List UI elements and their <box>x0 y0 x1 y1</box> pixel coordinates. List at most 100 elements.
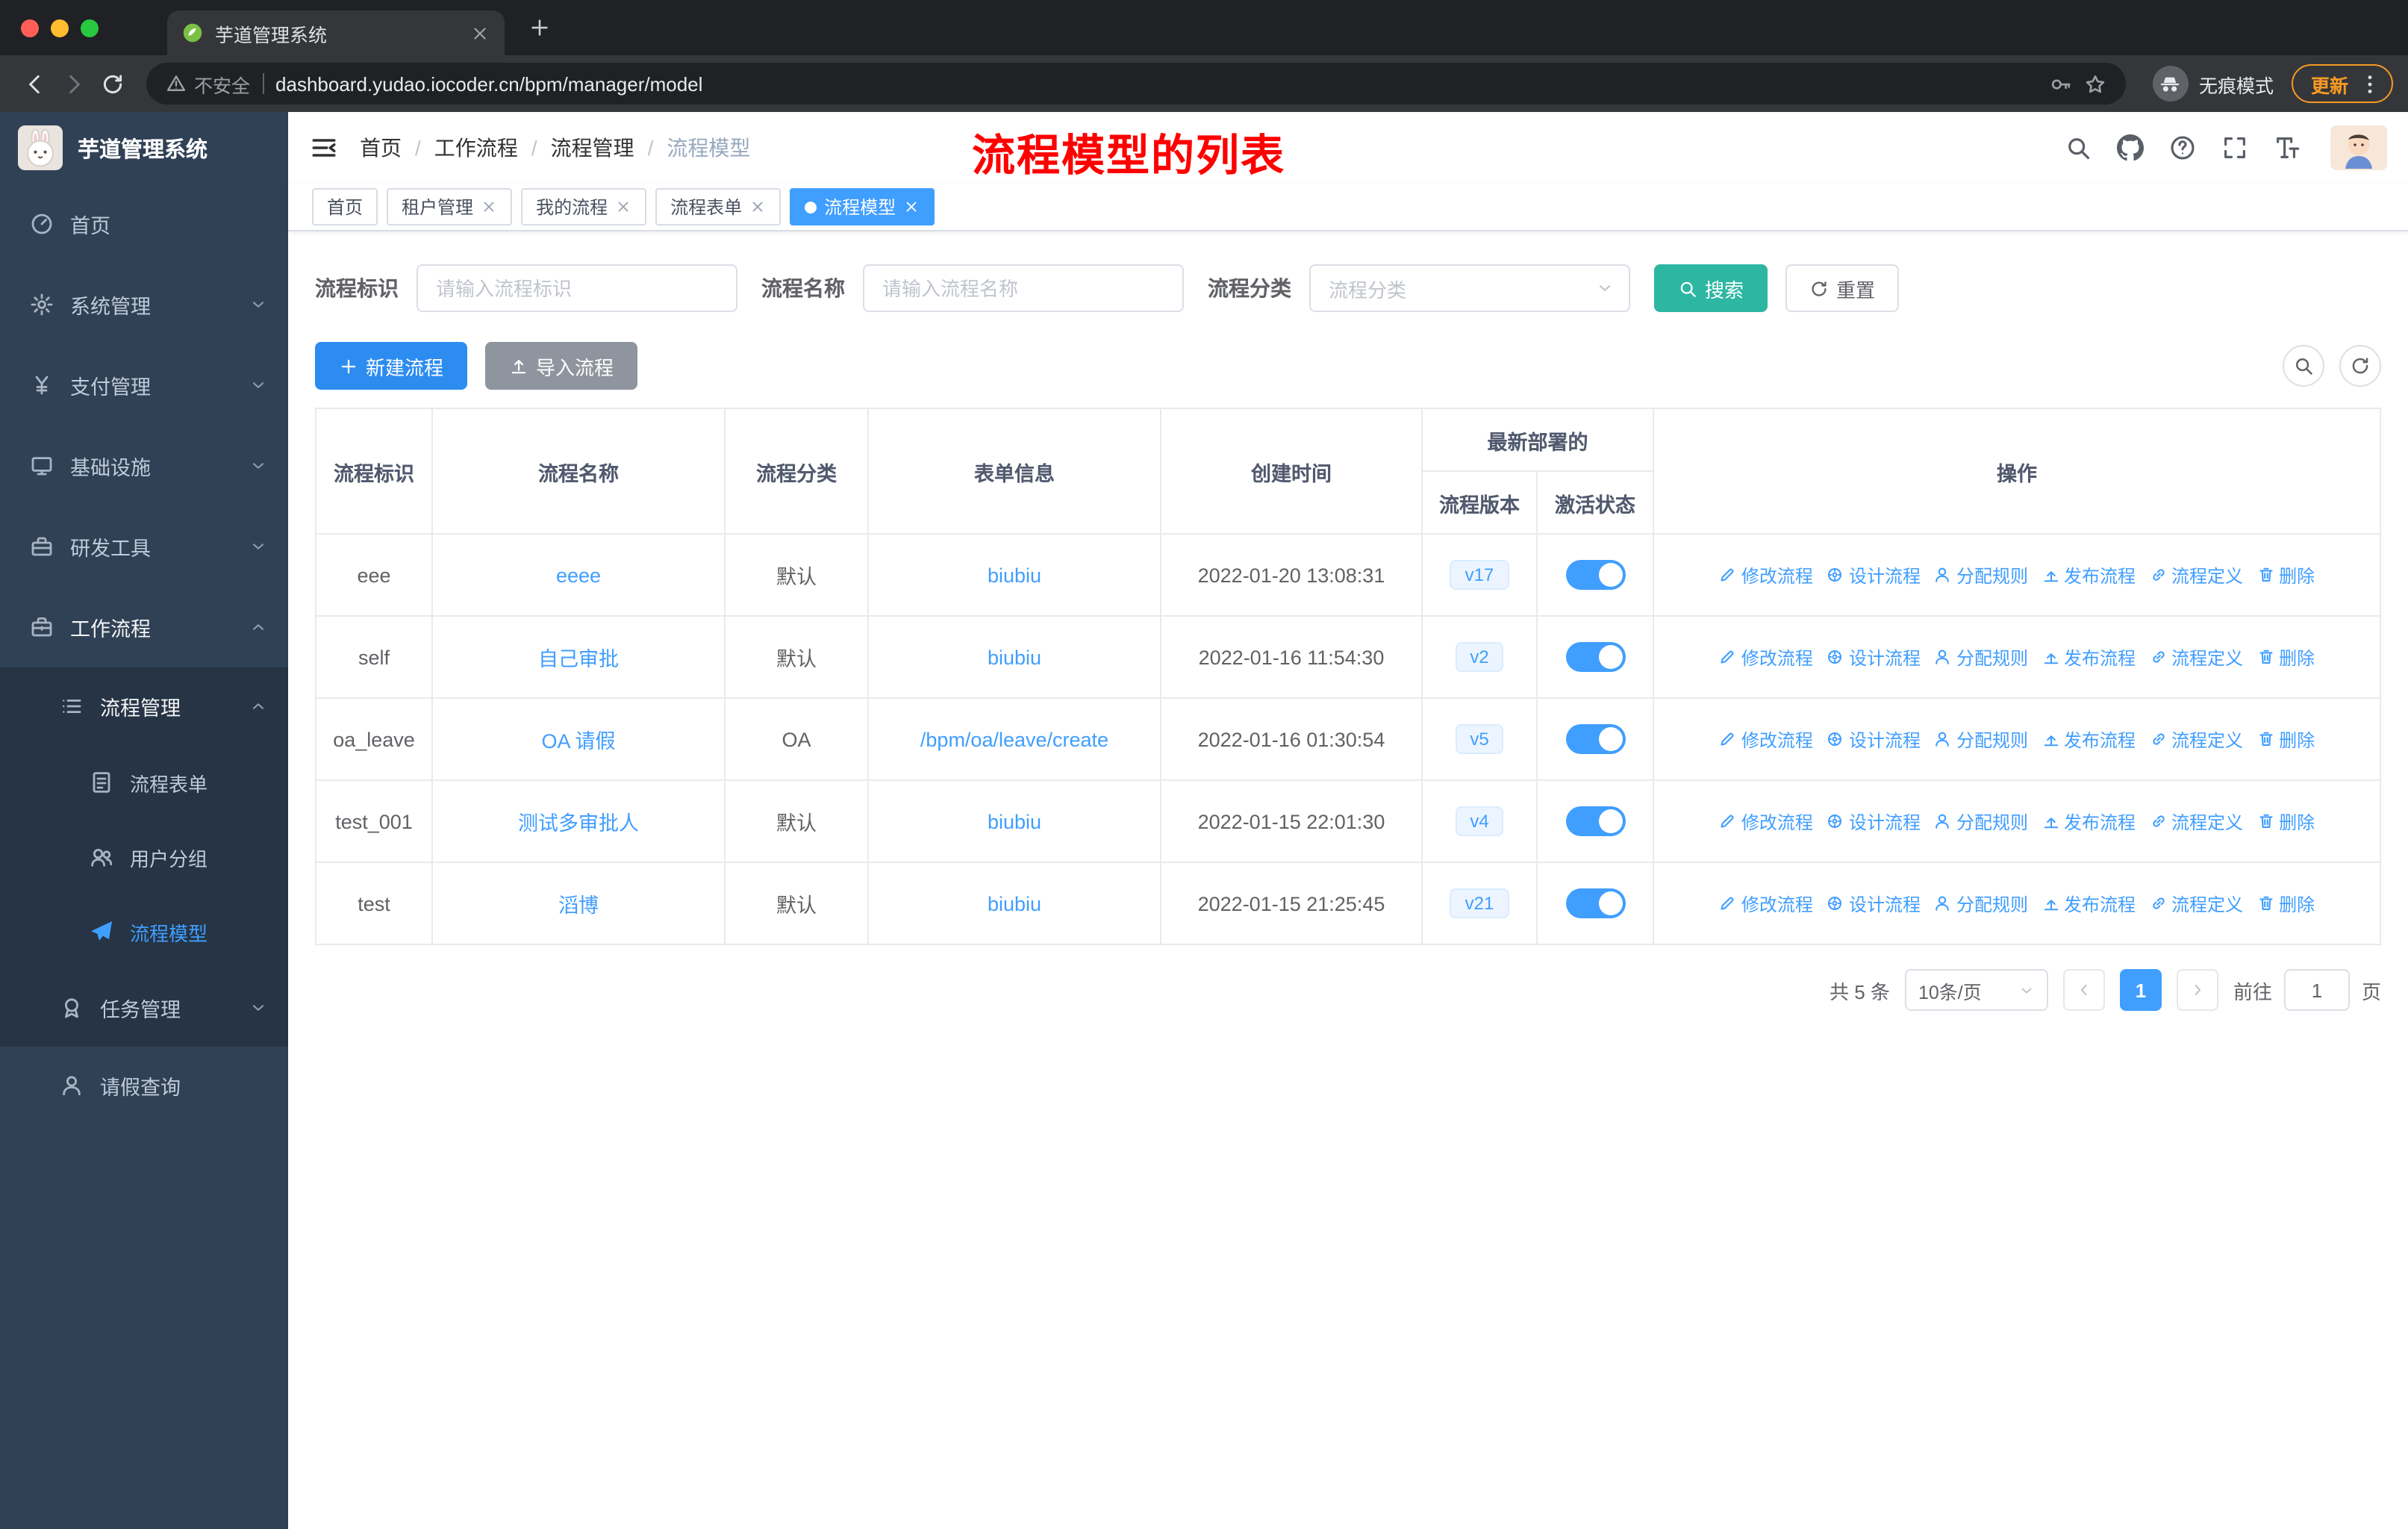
sidebar-item-home[interactable]: 首页 <box>0 184 288 264</box>
close-icon[interactable] <box>749 199 766 215</box>
sidebar-item-process-mgmt[interactable]: 流程管理 <box>0 667 288 745</box>
close-icon[interactable] <box>615 199 631 215</box>
category-select[interactable]: 流程分类 <box>1309 264 1630 312</box>
action-deploy[interactable]: 发布流程 <box>2042 644 2136 670</box>
view-tab-process-model[interactable]: 流程模型 <box>790 188 935 225</box>
form-info-link[interactable]: biubiu <box>988 564 1041 586</box>
action-deploy[interactable]: 发布流程 <box>2042 891 2136 916</box>
sidebar-item-infrastructure[interactable]: 基础设施 <box>0 426 288 506</box>
view-tab-home[interactable]: 首页 <box>312 188 378 225</box>
sidebar-item-dev-tools[interactable]: 研发工具 <box>0 506 288 587</box>
process-name-link[interactable]: eeee <box>556 564 601 586</box>
process-key-input[interactable] <box>417 264 737 312</box>
create-process-button[interactable]: 新建流程 <box>315 342 468 390</box>
action-definition[interactable]: 流程定义 <box>2149 809 2243 834</box>
browser-menu-icon[interactable] <box>2359 72 2381 95</box>
action-delete[interactable]: 删除 <box>2256 562 2315 588</box>
window-close-button[interactable] <box>21 19 39 37</box>
action-deploy[interactable]: 发布流程 <box>2042 809 2136 834</box>
window-zoom-button[interactable] <box>81 19 99 37</box>
action-design[interactable]: 设计流程 <box>1827 891 1921 916</box>
sidebar-item-payment[interactable]: 支付管理 <box>0 345 288 426</box>
import-process-button[interactable]: 导入流程 <box>485 342 638 390</box>
action-deploy[interactable]: 发布流程 <box>2042 726 2136 752</box>
prev-page-button[interactable] <box>2062 969 2105 1011</box>
action-delete[interactable]: 删除 <box>2256 644 2315 670</box>
app-logo[interactable]: 芋道管理系统 <box>0 112 288 184</box>
browser-update-button[interactable]: 更新 <box>2291 64 2393 103</box>
active-toggle[interactable] <box>1565 724 1625 754</box>
sidebar-item-leave-query[interactable]: 请假查询 <box>0 1047 288 1124</box>
action-modify[interactable]: 修改流程 <box>1719 726 1813 752</box>
browser-tab[interactable]: 芋道管理系统 <box>167 10 505 55</box>
search-button[interactable]: 搜索 <box>1654 264 1768 312</box>
action-modify[interactable]: 修改流程 <box>1719 809 1813 834</box>
active-toggle[interactable] <box>1565 806 1625 836</box>
refresh-table-button[interactable] <box>2339 345 2381 387</box>
toggle-search-button[interactable] <box>2283 345 2324 387</box>
action-modify[interactable]: 修改流程 <box>1719 891 1813 916</box>
sidebar-item-process-model[interactable]: 流程模型 <box>0 894 288 969</box>
sidebar-item-task-mgmt[interactable]: 任务管理 <box>0 969 288 1047</box>
active-toggle[interactable] <box>1565 560 1625 590</box>
active-toggle[interactable] <box>1565 888 1625 918</box>
action-modify[interactable]: 修改流程 <box>1719 562 1813 588</box>
form-info-link[interactable]: biubiu <box>988 646 1041 668</box>
action-delete[interactable]: 删除 <box>2256 809 2315 834</box>
action-assign-rule[interactable]: 分配规则 <box>1934 562 2028 588</box>
security-status[interactable]: 不安全 <box>166 69 250 98</box>
search-icon[interactable] <box>2065 134 2092 161</box>
action-definition[interactable]: 流程定义 <box>2149 726 2243 752</box>
sidebar-item-workflow[interactable]: 工作流程 <box>0 587 288 667</box>
action-deploy[interactable]: 发布流程 <box>2042 562 2136 588</box>
user-avatar[interactable] <box>2330 125 2387 170</box>
hamburger-icon[interactable] <box>309 133 339 163</box>
process-name-link[interactable]: OA 请假 <box>541 730 615 753</box>
help-icon[interactable] <box>2169 134 2196 161</box>
breadcrumb-item[interactable]: 首页 <box>360 133 402 163</box>
action-definition[interactable]: 流程定义 <box>2149 644 2243 670</box>
fullscreen-icon[interactable] <box>2221 134 2248 161</box>
action-assign-rule[interactable]: 分配规则 <box>1934 726 2028 752</box>
action-design[interactable]: 设计流程 <box>1827 562 1921 588</box>
back-icon[interactable] <box>15 64 54 103</box>
process-name-link[interactable]: 测试多审批人 <box>518 812 639 835</box>
reload-icon[interactable] <box>93 64 131 103</box>
sidebar-item-system[interactable]: 系统管理 <box>0 264 288 345</box>
active-toggle[interactable] <box>1565 642 1625 672</box>
action-delete[interactable]: 删除 <box>2256 891 2315 916</box>
goto-page-input[interactable] <box>2283 969 2350 1011</box>
view-tab-process-form[interactable]: 流程表单 <box>655 188 782 225</box>
action-definition[interactable]: 流程定义 <box>2149 891 2243 916</box>
process-name-input[interactable] <box>863 264 1184 312</box>
breadcrumb-item[interactable]: 工作流程 <box>434 133 518 163</box>
action-design[interactable]: 设计流程 <box>1827 644 1921 670</box>
action-design[interactable]: 设计流程 <box>1827 726 1921 752</box>
action-assign-rule[interactable]: 分配规则 <box>1934 809 2028 834</box>
process-name-link[interactable]: 自己审批 <box>538 648 619 670</box>
github-icon[interactable] <box>2117 134 2144 161</box>
action-design[interactable]: 设计流程 <box>1827 809 1921 834</box>
forward-icon[interactable] <box>54 64 93 103</box>
process-name-link[interactable]: 滔博 <box>558 894 599 917</box>
action-assign-rule[interactable]: 分配规则 <box>1934 644 2028 670</box>
new-tab-button[interactable] <box>528 16 551 39</box>
close-icon[interactable] <box>903 199 920 215</box>
next-page-button[interactable] <box>2176 969 2218 1011</box>
view-tab-tenant-mgmt[interactable]: 租户管理 <box>387 188 513 225</box>
action-definition[interactable]: 流程定义 <box>2149 562 2243 588</box>
font-size-icon[interactable] <box>2274 134 2301 161</box>
action-modify[interactable]: 修改流程 <box>1719 644 1813 670</box>
tab-close-icon[interactable] <box>470 23 490 43</box>
sidebar-item-user-group[interactable]: 用户分组 <box>0 820 288 894</box>
action-delete[interactable]: 删除 <box>2256 726 2315 752</box>
sidebar-item-process-form[interactable]: 流程表单 <box>0 745 288 820</box>
password-key-icon[interactable] <box>2050 72 2072 95</box>
page-size-select[interactable]: 10条/页 <box>1904 969 2048 1011</box>
current-page-button[interactable]: 1 <box>2119 969 2162 1011</box>
view-tab-my-process[interactable]: 我的流程 <box>521 188 647 225</box>
reset-button[interactable]: 重置 <box>1785 264 1900 312</box>
form-info-link[interactable]: biubiu <box>988 892 1041 915</box>
bookmark-star-icon[interactable] <box>2084 72 2106 95</box>
window-minimize-button[interactable] <box>51 19 69 37</box>
